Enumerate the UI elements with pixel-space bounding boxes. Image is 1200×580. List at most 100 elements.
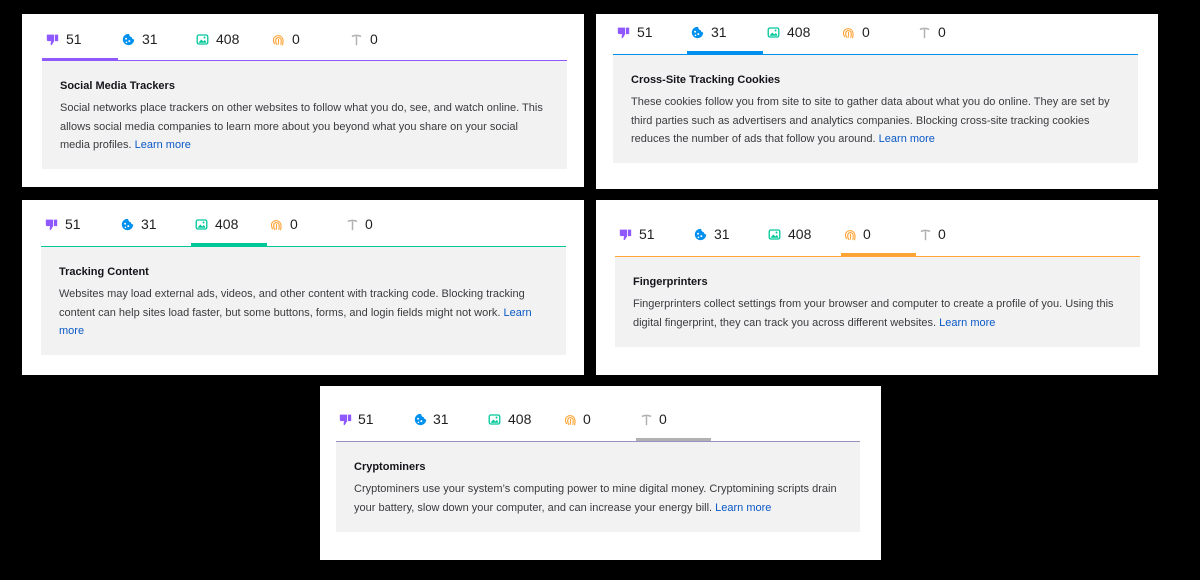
fingerprint-icon (272, 33, 285, 46)
fingerprint-icon (270, 218, 283, 231)
tab-bar: 51 31 408 0 0 (596, 200, 1158, 257)
tab-bar: 51 31 408 0 0 (22, 14, 584, 64)
fingerprint-icon (564, 413, 577, 426)
tab-cross-site-cookies[interactable]: 31 (117, 200, 193, 250)
tab-bar: 51 31 408 0 0 (320, 386, 881, 442)
tab-tracking-content[interactable]: 408 (486, 386, 561, 436)
tab-tracking-content[interactable]: 408 (764, 200, 840, 250)
tab-tracking-content[interactable]: 408 (194, 14, 270, 64)
tab-count: 408 (215, 216, 239, 232)
panel-fingerprinters: 51 31 408 0 0 Fingerprinters Fingerprint… (596, 200, 1158, 375)
thumbs-down-icon (619, 228, 632, 241)
tracker-description: Cryptominers use your system’s computing… (354, 480, 842, 517)
tab-count: 0 (290, 216, 298, 232)
tab-count: 51 (66, 31, 82, 47)
description-text: Fingerprinters collect settings from you… (633, 298, 1114, 329)
thumbs-down-icon (339, 413, 352, 426)
panel-social-media-trackers: 51 31 408 0 0 Social Media Trackers Soci… (22, 14, 584, 187)
learn-more-link[interactable]: Learn more (715, 502, 771, 514)
tab-count: 51 (65, 216, 81, 232)
tab-count: 31 (714, 226, 730, 242)
panel-cross-site-cookies: 51 31 408 0 0 Cross-Site Tracking Cookie… (596, 14, 1158, 189)
tracker-title: Tracking Content (59, 266, 149, 278)
tab-count: 0 (938, 24, 946, 40)
tracker-info-box: Tracking Content Websites may load exter… (41, 247, 566, 355)
tab-count: 0 (583, 411, 591, 427)
tab-count: 0 (862, 24, 870, 40)
learn-more-link[interactable]: Learn more (879, 133, 935, 145)
panel-cryptominers: 51 31 408 0 0 Cryptominers Cryptominers … (320, 386, 881, 560)
thumbs-down-icon (45, 218, 58, 231)
tab-social-media-trackers[interactable]: 51 (336, 386, 411, 436)
tab-cryptominers[interactable]: 0 (346, 14, 422, 64)
tab-fingerprinters[interactable]: 0 (267, 200, 343, 250)
thumbs-down-icon (617, 26, 630, 39)
tab-count: 31 (142, 31, 158, 47)
tab-count: 0 (292, 31, 300, 47)
tab-count: 0 (659, 411, 667, 427)
pickaxe-icon (346, 218, 359, 231)
tab-count: 31 (433, 411, 449, 427)
panel-tracking-content: 51 31 408 0 0 Tracking Content Websites … (22, 200, 584, 375)
tracker-description: These cookies follow you from site to si… (631, 93, 1120, 149)
tracker-title: Cross-Site Tracking Cookies (631, 74, 781, 86)
tab-social-media-trackers[interactable]: 51 (42, 14, 118, 64)
thumbs-down-icon (46, 33, 59, 46)
cookie-icon (691, 26, 704, 39)
tab-cryptominers[interactable]: 0 (343, 200, 419, 250)
image-icon (196, 33, 209, 46)
tracker-title: Cryptominers (354, 461, 426, 473)
tab-cross-site-cookies[interactable]: 31 (118, 14, 194, 64)
tracker-info-box: Cryptominers Cryptominers use your syste… (336, 442, 860, 532)
tab-count: 31 (711, 24, 727, 40)
tracker-info-box: Fingerprinters Fingerprinters collect se… (615, 257, 1140, 347)
tab-tracking-content[interactable]: 408 (191, 200, 267, 250)
tab-count: 31 (141, 216, 157, 232)
learn-more-link[interactable]: Learn more (135, 139, 191, 151)
tracker-description: Websites may load external ads, videos, … (59, 285, 548, 341)
pickaxe-icon (918, 26, 931, 39)
tab-count: 408 (216, 31, 240, 47)
tab-bar: 51 31 408 0 0 (22, 200, 584, 250)
image-icon (767, 26, 780, 39)
cookie-icon (414, 413, 427, 426)
image-icon (768, 228, 781, 241)
description-text: These cookies follow you from site to si… (631, 96, 1110, 145)
pickaxe-icon (350, 33, 363, 46)
tab-cryptominers[interactable]: 0 (916, 200, 992, 250)
description-text: Social networks place trackers on other … (60, 102, 543, 151)
fingerprint-icon (842, 26, 855, 39)
image-icon (195, 218, 208, 231)
tab-cross-site-cookies[interactable]: 31 (690, 200, 766, 250)
fingerprint-icon (844, 228, 857, 241)
pickaxe-icon (919, 228, 932, 241)
tab-count: 51 (639, 226, 655, 242)
tracker-description: Fingerprinters collect settings from you… (633, 295, 1122, 332)
tab-count: 51 (358, 411, 374, 427)
tab-count: 408 (788, 226, 812, 242)
tab-count: 408 (508, 411, 532, 427)
tracker-title: Fingerprinters (633, 276, 708, 288)
tab-fingerprinters[interactable]: 0 (841, 200, 916, 256)
cookie-icon (694, 228, 707, 241)
tab-count: 51 (637, 24, 653, 40)
tab-fingerprinters[interactable]: 0 (561, 386, 636, 436)
tracker-info-box: Social Media Trackers Social networks pl… (42, 61, 567, 169)
tab-count: 0 (370, 31, 378, 47)
pickaxe-icon (640, 413, 653, 426)
tab-count: 0 (365, 216, 373, 232)
tab-cryptominers[interactable]: 0 (636, 386, 711, 441)
description-text: Websites may load external ads, videos, … (59, 288, 525, 319)
image-icon (488, 413, 501, 426)
tracker-description: Social networks place trackers on other … (60, 99, 549, 155)
tab-count: 0 (938, 226, 946, 242)
cookie-icon (122, 33, 135, 46)
tab-social-media-trackers[interactable]: 51 (615, 200, 691, 250)
tab-fingerprinters[interactable]: 0 (270, 14, 346, 64)
tracker-title: Social Media Trackers (60, 80, 175, 92)
learn-more-link[interactable]: Learn more (939, 317, 995, 329)
cookie-icon (121, 218, 134, 231)
tab-count: 408 (787, 24, 811, 40)
tab-cross-site-cookies[interactable]: 31 (411, 386, 486, 436)
tab-social-media-trackers[interactable]: 51 (41, 200, 117, 250)
